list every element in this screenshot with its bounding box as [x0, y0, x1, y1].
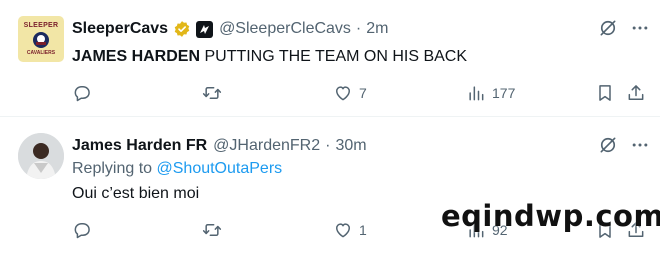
timestamp[interactable]: 30m — [335, 137, 366, 155]
watermark: eqindwp.com — [441, 199, 660, 233]
retweet-icon — [202, 224, 222, 236]
views-icon — [469, 86, 484, 101]
tweet-jamesharden-fr[interactable]: James Harden FR @JHardenFR2 · 30m Replyi… — [0, 117, 660, 255]
action-bar: 7 177 — [72, 82, 652, 106]
more-button[interactable] — [630, 135, 650, 155]
display-name[interactable]: James Harden FR — [72, 137, 207, 155]
like-icon — [336, 223, 350, 238]
share-icon — [628, 85, 644, 100]
verified-badge-icon[interactable] — [173, 20, 191, 38]
bookmark-button[interactable] — [595, 82, 615, 104]
cavs-logo-icon — [33, 32, 49, 48]
like-button[interactable]: 7 — [333, 82, 367, 104]
reply-icon — [74, 223, 90, 239]
retweet-button[interactable] — [202, 219, 222, 241]
separator: · — [355, 20, 362, 37]
like-icon — [336, 86, 350, 101]
retweet-button[interactable] — [202, 82, 222, 104]
tweet-text-rest: PUTTING THE TEAM ON HIS BACK — [200, 48, 468, 65]
retweet-icon — [202, 87, 222, 99]
grok-icon — [600, 20, 616, 36]
avatar-logo-subtext: CAVALIERS — [26, 50, 56, 56]
replying-to-label: Replying to — [72, 160, 157, 177]
views-button[interactable]: 177 — [466, 82, 515, 104]
tweet-sleepercavs[interactable]: SLEEPER CAVALIERS SleeperCavs @SleeperCl… — [0, 0, 660, 117]
replying-to: Replying to @ShoutOutaPers — [72, 160, 282, 178]
grok-icon — [600, 137, 616, 153]
separator: · — [325, 137, 331, 154]
view-count: 177 — [492, 85, 516, 101]
handle[interactable]: @JHardenFR2 — [213, 137, 320, 155]
affiliate-icon[interactable] — [196, 20, 214, 38]
more-icon — [632, 26, 648, 30]
avatar-logo-text: SLEEPER — [23, 22, 59, 29]
tweet-header: SleeperCavs @SleeperCleCavs · 2m — [72, 18, 388, 40]
more-icon — [632, 143, 648, 147]
like-button[interactable]: 1 — [333, 219, 367, 241]
handle[interactable]: @SleeperCleCavs — [219, 20, 351, 38]
timestamp[interactable]: 2m — [366, 20, 388, 38]
reply-button[interactable] — [72, 219, 92, 241]
bookmark-icon — [599, 85, 611, 101]
avatar[interactable]: SLEEPER CAVALIERS — [18, 16, 64, 62]
player-photo-icon — [18, 133, 64, 179]
grok-button[interactable] — [598, 135, 618, 155]
reply-icon — [74, 86, 90, 102]
like-count: 7 — [359, 85, 367, 101]
reply-button[interactable] — [72, 82, 92, 104]
grok-button[interactable] — [598, 18, 618, 38]
share-button[interactable] — [626, 82, 646, 104]
tweet-text: JAMES HARDEN PUTTING THE TEAM ON HIS BAC… — [72, 48, 467, 66]
mention-link[interactable]: @ShoutOutaPers — [157, 160, 283, 177]
tweet-text: Oui c’est bien moi — [72, 185, 200, 202]
tweet-text-bold: JAMES HARDEN — [72, 48, 201, 65]
more-button[interactable] — [630, 18, 650, 38]
avatar[interactable] — [18, 133, 64, 179]
display-name[interactable]: SleeperCavs — [72, 20, 168, 38]
like-count: 1 — [359, 222, 367, 238]
tweet-header: James Harden FR @JHardenFR2 · 30m — [72, 135, 367, 157]
